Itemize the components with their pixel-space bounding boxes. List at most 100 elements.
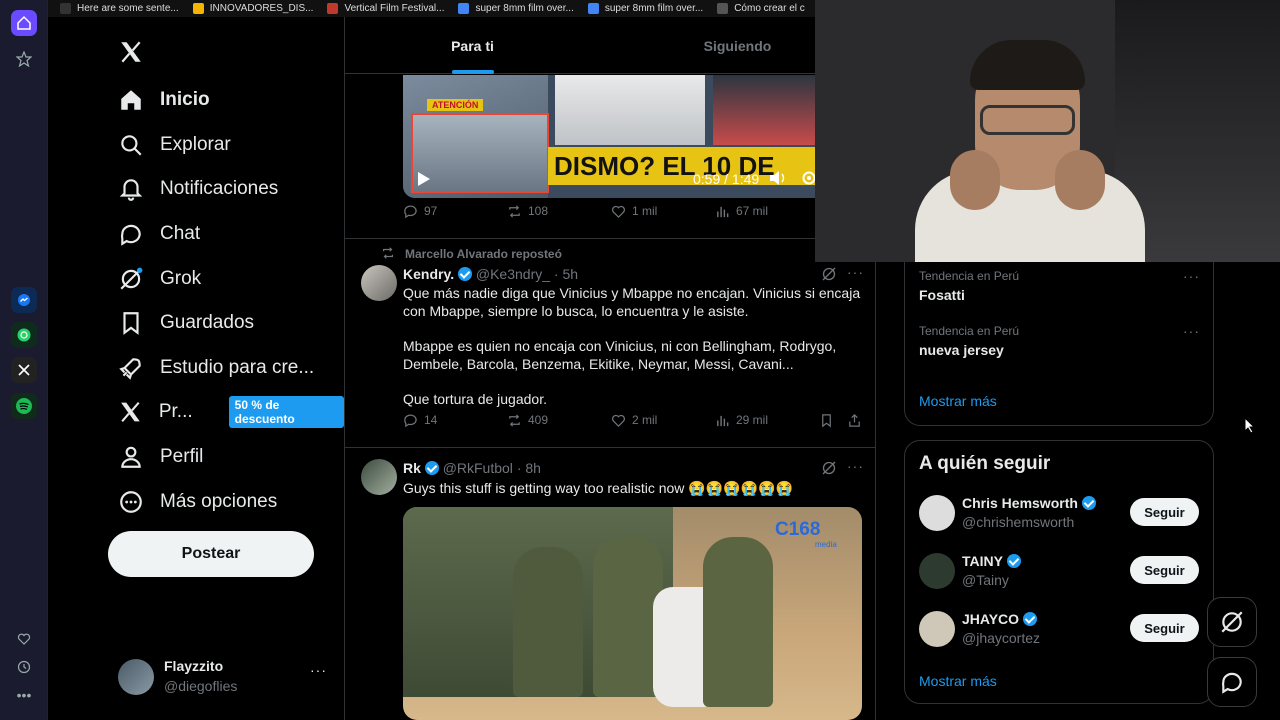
follow-button[interactable]: Seguir xyxy=(1130,556,1199,584)
bookmark-label: Vertical Film Festival... xyxy=(344,3,445,14)
post-button[interactable]: Postear xyxy=(108,531,314,577)
repost-icon xyxy=(381,246,395,265)
trend-item[interactable]: Tendencia en Perú nueva jersey ··· xyxy=(905,321,1213,371)
avatar[interactable] xyxy=(361,265,397,301)
bookmark-icon xyxy=(123,312,139,335)
like-button[interactable]: 2 mil xyxy=(611,413,657,428)
nav-item-grok[interactable]: Grok xyxy=(118,262,201,296)
home-icon[interactable] xyxy=(11,10,37,36)
fist-shape xyxy=(1055,150,1105,210)
nav-item-label: Grok xyxy=(160,268,202,289)
trends-show-more[interactable]: Mostrar más xyxy=(919,393,997,409)
avatar[interactable] xyxy=(919,495,955,531)
messages-fab[interactable] xyxy=(1207,657,1257,707)
heart-icon[interactable] xyxy=(11,626,37,652)
play-icon[interactable] xyxy=(417,171,431,192)
reply-button[interactable]: 97 xyxy=(403,204,437,219)
follow-suggestion[interactable]: TAINY @Tainy Seguir xyxy=(905,551,1213,601)
nav-item-explorar[interactable]: Explorar xyxy=(118,128,231,162)
follow-show-more[interactable]: Mostrar más xyxy=(919,673,997,689)
whatsapp-icon[interactable] xyxy=(11,322,37,348)
trend-name: nueva jersey xyxy=(919,342,1004,358)
grok-tweet-icon[interactable] xyxy=(821,460,837,481)
nav-item-inicio[interactable]: Inicio xyxy=(118,83,210,117)
video-frame-center xyxy=(555,75,705,145)
bookmark-tweet-icon[interactable] xyxy=(819,413,834,428)
nav-item-label: Pr... xyxy=(158,401,193,422)
retweet-button[interactable]: 108 xyxy=(507,204,548,219)
suggestion-name[interactable]: JHAYCO xyxy=(962,611,1019,627)
x-app-icon[interactable] xyxy=(11,357,37,383)
spotify-icon[interactable] xyxy=(11,393,37,419)
tweet-more-icon[interactable]: ··· xyxy=(847,458,864,474)
avatar[interactable] xyxy=(361,459,397,495)
google-drive-icon xyxy=(192,3,204,14)
author-name[interactable]: Kendry. xyxy=(403,266,454,282)
reply-button[interactable]: 14 xyxy=(403,413,437,428)
browser-sidebar: ••• xyxy=(0,0,48,720)
nav-item-perfil[interactable]: Perfil xyxy=(118,440,203,474)
author-handle[interactable]: @Ke3ndry_ xyxy=(476,266,550,282)
trend-more-icon[interactable]: ··· xyxy=(1183,323,1200,339)
follow-button[interactable]: Seguir xyxy=(1130,614,1199,642)
bookmark-item[interactable]: Cómo crear el c xyxy=(717,3,805,14)
tweet-header: Rk @RkFutbol · 8h xyxy=(403,460,541,476)
follow-suggestion[interactable]: Chris Hemsworth @chrishemsworth Seguir xyxy=(905,493,1213,543)
nav-item-notificaciones[interactable]: Notificaciones xyxy=(118,172,278,206)
like-button[interactable]: 1 mil xyxy=(611,204,657,219)
avatar[interactable] xyxy=(919,611,955,647)
author-handle[interactable]: @RkFutbol xyxy=(443,460,513,476)
share-icon[interactable] xyxy=(847,413,862,428)
tab-for-you[interactable]: Para ti xyxy=(345,17,600,74)
more-dots-icon[interactable]: ••• xyxy=(11,682,37,708)
rocket-icon xyxy=(119,358,141,380)
person-hair xyxy=(970,40,1085,90)
views-button[interactable]: 67 mil xyxy=(715,204,768,219)
suggestion-name-row: Chris Hemsworth xyxy=(962,495,1096,511)
follow-suggestion[interactable]: JHAYCO @jhaycortez Seguir xyxy=(905,609,1213,659)
views-button[interactable]: 29 mil xyxy=(715,413,768,428)
tweet-time[interactable]: · 5h xyxy=(554,266,578,282)
volume-icon[interactable] xyxy=(769,170,787,191)
bookmark-item[interactable]: super 8mm film over... xyxy=(587,3,703,14)
person-icon xyxy=(121,446,141,468)
tweet-time[interactable]: · 8h xyxy=(517,460,541,476)
divider xyxy=(345,238,875,239)
bookmark-item[interactable]: INNOVADORES_DIS... xyxy=(192,3,313,14)
nav-item-pr[interactable]: Pr... 50 % de descuento xyxy=(118,395,344,429)
trend-more-icon[interactable]: ··· xyxy=(1183,268,1200,284)
suggestion-handle: @chrishemsworth xyxy=(962,514,1075,530)
nav-item-guardados[interactable]: Guardados xyxy=(118,306,254,340)
retweet-button[interactable]: 409 xyxy=(507,413,548,428)
tweet-more-icon[interactable]: ··· xyxy=(847,264,864,280)
avatar[interactable] xyxy=(919,553,955,589)
verified-badge-icon xyxy=(1081,496,1096,510)
follow-button[interactable]: Seguir xyxy=(1130,498,1199,526)
bookmarks-bar: Here are some sente... INNOVADORES_DIS...… xyxy=(48,0,815,17)
suggestion-name[interactable]: TAINY xyxy=(962,553,1003,569)
bookmark-item[interactable]: Here are some sente... xyxy=(60,3,179,14)
video-player[interactable]: ATENCIÓN DISMO? EL 10 DE 0:59 / 1:49 xyxy=(403,75,875,198)
history-icon[interactable] xyxy=(11,654,37,680)
bookmark-item[interactable]: Vertical Film Festival... xyxy=(327,3,444,14)
nav-item-label: Notificaciones xyxy=(160,178,279,199)
bookmark-item[interactable]: super 8mm film over... xyxy=(458,3,574,14)
author-name[interactable]: Rk xyxy=(403,460,421,476)
messenger-icon[interactable] xyxy=(11,287,37,313)
trend-item[interactable]: Tendencia en Perú Fosatti ··· xyxy=(905,266,1213,316)
account-menu-icon[interactable]: ··· xyxy=(310,662,327,678)
verified-badge-icon xyxy=(457,267,472,281)
like-count: 1 mil xyxy=(632,204,658,218)
tweet-image[interactable]: C168 media xyxy=(403,507,862,720)
star-icon[interactable] xyxy=(11,46,37,72)
video-inset xyxy=(411,113,549,193)
right-sidebar: Tendencia en Perú Fosatti ··· Tendencia en … xyxy=(876,252,1280,720)
nav-item-estudio-para-cre[interactable]: Estudio para cre... xyxy=(118,351,314,385)
nav-item-chat[interactable]: Chat xyxy=(118,217,200,251)
x-logo-icon[interactable] xyxy=(118,39,144,70)
nav-item-más-opciones[interactable]: Más opciones xyxy=(118,485,277,519)
account-switcher[interactable]: Flayzzito @diegoflies ··· xyxy=(118,658,330,698)
suggestion-name[interactable]: Chris Hemsworth xyxy=(962,495,1078,511)
nav-item-label: Guardados xyxy=(160,312,255,333)
grok-fab[interactable] xyxy=(1207,597,1257,647)
